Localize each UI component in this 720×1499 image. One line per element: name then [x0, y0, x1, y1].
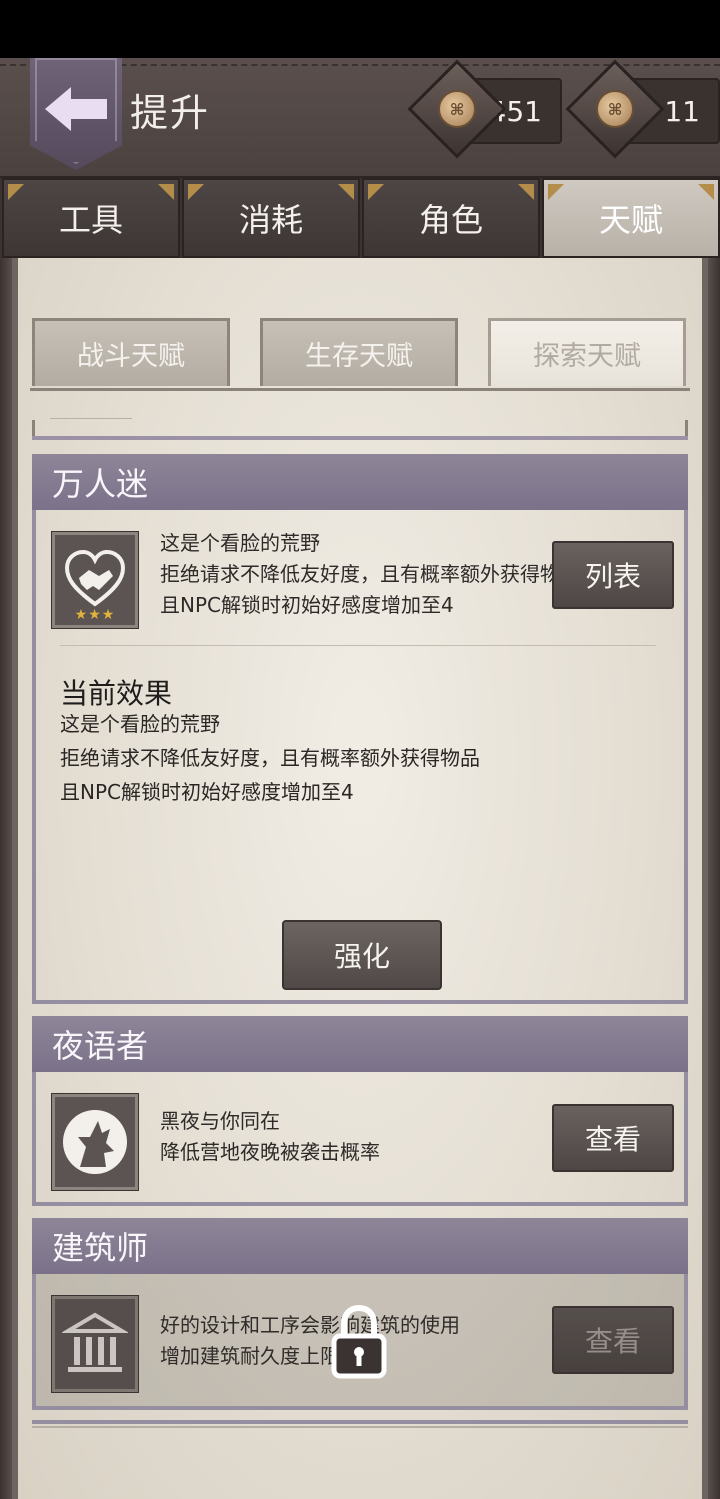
- subtabs: 战斗天赋 生存天赋 探索天赋: [30, 318, 690, 390]
- talent-icon-charmer[interactable]: ★★★: [52, 532, 138, 628]
- tab-consumables[interactable]: 消耗: [182, 178, 360, 258]
- talent-title-night-whisperer: 夜语者: [32, 1016, 688, 1072]
- current-effect-title: 当前效果: [60, 677, 173, 710]
- effect-line: 且NPC解锁时初始好感度增加至4: [60, 780, 354, 804]
- view-button[interactable]: 查看: [552, 1104, 674, 1172]
- currency-2-value: 11: [664, 94, 700, 128]
- tab-tools-label: 工具: [58, 201, 123, 239]
- desc-line: 且NPC解锁时初始好感度增加至4: [160, 593, 454, 617]
- list-frame-bottom: [32, 436, 688, 440]
- tab-tools[interactable]: 工具: [2, 178, 180, 258]
- desc-line: 这是个看脸的荒野: [160, 531, 320, 555]
- tab-character-label: 角色: [418, 201, 483, 239]
- subtab-explore[interactable]: 探索天赋: [488, 318, 686, 386]
- right-frame-edge: [706, 258, 720, 1499]
- tab-consumables-label: 消耗: [238, 201, 303, 239]
- upgrade-button[interactable]: 强化: [282, 920, 442, 990]
- back-arrow-icon: [45, 87, 107, 131]
- corner-ornament: [188, 184, 204, 200]
- tab-talents[interactable]: 天赋: [542, 178, 720, 258]
- effect-line: 拒绝请求不降低友好度，且有概率额外获得物品: [60, 746, 480, 770]
- wolf-howl-icon: [63, 1110, 127, 1174]
- handshake-heart-icon: [64, 549, 126, 607]
- subtab-survival[interactable]: 生存天赋: [260, 318, 458, 386]
- coin-icon: ⌘: [438, 90, 476, 128]
- tab-talents-label: 天赋: [598, 201, 663, 239]
- corner-ornament: [158, 184, 174, 200]
- list-bottom-frame: [32, 1420, 688, 1424]
- talent-title-architect: 建筑师: [32, 1218, 688, 1274]
- lock-icon: [331, 1304, 387, 1379]
- main-tabs: 工具 消耗 角色 天赋: [0, 178, 720, 258]
- talent-desc-charmer: 这是个看脸的荒野 拒绝请求不降低友好度，且有概率额外获得物 且NPC解锁时初始好…: [160, 528, 560, 621]
- star-rating: ★★★: [74, 607, 116, 623]
- desc-line: 黑夜与你同在: [160, 1109, 280, 1133]
- talent-title-charmer: 万人迷: [32, 454, 688, 510]
- coin-icon: ⌘: [596, 90, 634, 128]
- effect-line: 这是个看脸的荒野: [60, 712, 220, 736]
- current-effect-text: 这是个看脸的荒野 拒绝请求不降低友好度，且有概率额外获得物品 且NPC解锁时初始…: [60, 707, 480, 809]
- corner-ornament: [518, 184, 534, 200]
- desc-line: 降低营地夜晚被袭击概率: [160, 1140, 380, 1164]
- corner-ornament: [698, 184, 714, 200]
- list-bottom-frame-inner: [32, 1426, 688, 1428]
- status-bar: [0, 0, 720, 58]
- section-divider: [60, 645, 656, 646]
- page-title: 提升: [130, 91, 211, 135]
- subtabs-divider: [30, 388, 690, 391]
- scroll-fragment-line: [50, 418, 132, 419]
- corner-ornament: [8, 184, 24, 200]
- corner-ornament: [548, 184, 564, 200]
- list-button[interactable]: 列表: [552, 541, 674, 609]
- desc-line: 拒绝请求不降低友好度，且有概率额外获得物: [160, 562, 560, 586]
- corner-ornament: [338, 184, 354, 200]
- talent-desc-night-whisperer: 黑夜与你同在 降低营地夜晚被袭击概率: [160, 1106, 380, 1168]
- corner-ornament: [368, 184, 384, 200]
- subtab-combat[interactable]: 战斗天赋: [32, 318, 230, 386]
- tab-character[interactable]: 角色: [362, 178, 540, 258]
- talent-icon-night-whisperer[interactable]: [52, 1094, 138, 1190]
